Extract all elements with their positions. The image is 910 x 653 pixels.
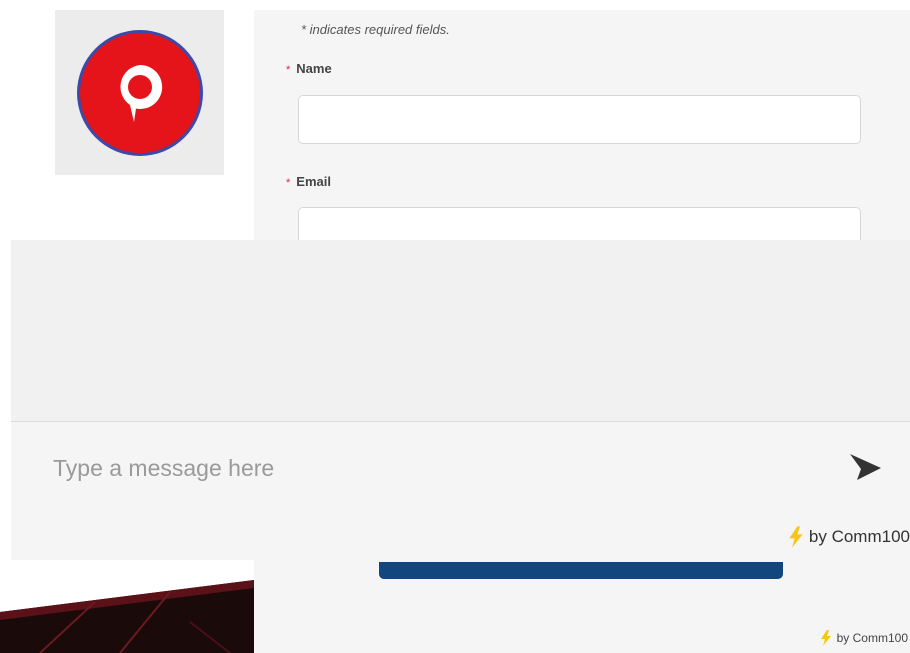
required-star: * bbox=[286, 177, 291, 189]
decorative-background-image bbox=[0, 562, 254, 653]
name-label: * Name bbox=[286, 61, 332, 76]
send-button[interactable] bbox=[843, 446, 887, 490]
powered-by-label: by Comm100 bbox=[808, 527, 910, 546]
brand-logo-tile bbox=[55, 10, 224, 175]
lightning-bolt-icon bbox=[820, 630, 831, 646]
powered-by-footer[interactable]: by Comm100 bbox=[788, 526, 910, 548]
send-icon bbox=[850, 454, 881, 480]
name-field[interactable] bbox=[298, 95, 861, 144]
powered-by-footer[interactable]: by Comm100 bbox=[820, 630, 908, 646]
message-composer: by Comm100 bbox=[11, 422, 910, 560]
lightning-bolt-icon bbox=[789, 526, 803, 548]
required-star: * bbox=[286, 64, 291, 76]
powered-by-label: by Comm100 bbox=[836, 631, 908, 645]
chat-window: by Comm100 bbox=[11, 240, 910, 560]
required-fields-note: * indicates required fields. bbox=[301, 22, 450, 37]
start-chat-button[interactable] bbox=[379, 562, 783, 579]
email-label: * Email bbox=[286, 174, 331, 189]
comm100-chat-bubble-icon bbox=[76, 29, 203, 156]
message-input[interactable] bbox=[51, 447, 815, 489]
